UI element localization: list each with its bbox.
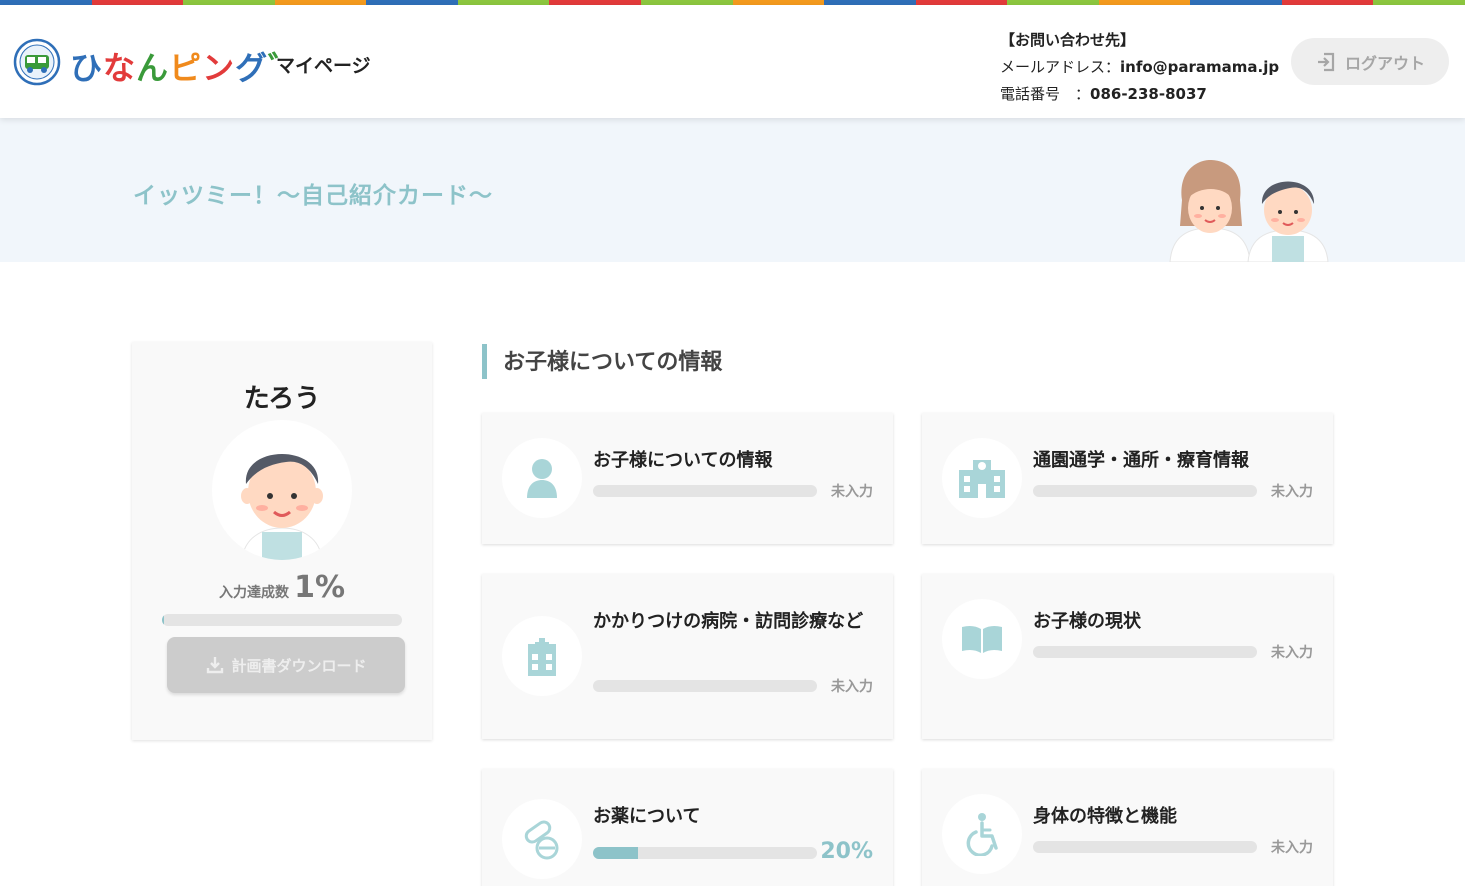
book-icon [962,625,1002,653]
card-progress-bar [1033,841,1257,853]
card-status: 20% [820,839,873,864]
completion-bar [162,614,402,626]
info-card-hospital[interactable]: かかりつけの病院・訪問診療など 未入力 [482,574,893,739]
card-title: お薬について [593,806,701,827]
profile-card: たろう 入力達成数 1% 計画書ダウンロード [132,342,432,740]
hospital-icon [528,638,556,676]
card-progress-bar [593,847,817,859]
avatar [212,420,352,560]
school-icon [959,460,1005,498]
card-status: 未入力 [1271,840,1313,856]
mypage-label: マイページ [276,55,371,77]
email-label: メールアドレス： [1000,58,1121,76]
people-illustration [1169,160,1329,262]
phone-link[interactable]: 086-238-8037 [1090,85,1207,103]
site-header: ひなんピング゛ マイページ 【お問い合わせ先】 メールアドレス：info@par… [0,5,1465,118]
card-progress-bar [1033,646,1257,658]
card-status: 未入力 [831,679,873,695]
card-progress-bar [1033,485,1257,497]
page-banner: イッツミー！～自己紹介カード～ [0,118,1465,262]
email-link[interactable]: info@paramama.jp [1120,58,1279,76]
card-title: 身体の特徴と機能 [1033,806,1177,827]
logo-icon[interactable] [13,38,61,86]
card-icon-circle [502,616,582,696]
card-title: 通園通学・通所・療育情報 [1033,450,1249,471]
card-progress-bar [593,485,817,497]
medicine-icon [524,820,559,860]
completion-rate: 入力達成数 1% [132,570,432,605]
person-icon [527,459,557,498]
info-card-child-info[interactable]: お子様についての情報 未入力 [482,413,893,544]
card-title: お子様についての情報 [593,450,773,471]
card-icon-circle [942,599,1022,679]
card-icon-circle [502,799,582,879]
card-icon-circle [942,438,1022,518]
info-card-medicine[interactable]: お薬について 20% [482,769,893,886]
contact-info: 【お問い合わせ先】 メールアドレス：info@paramama.jp 電話番号 … [1000,27,1279,108]
card-title: かかりつけの病院・訪問診療など [593,611,864,632]
card-title: お子様の現状 [1033,611,1141,632]
info-card-school[interactable]: 通園通学・通所・療育情報 未入力 [922,413,1333,544]
completion-label: 入力達成数 [218,585,289,601]
card-status: 未入力 [1271,484,1313,500]
card-status: 未入力 [831,484,873,500]
logout-label: ログアウト [1344,53,1425,73]
child-name: たろう [243,384,321,414]
download-label: 計画書ダウンロード [231,656,367,675]
info-card-current-status[interactable]: お子様の現状 未入力 [922,574,1333,739]
phone-label: 電話番号 ： [1000,85,1091,103]
logout-icon [1317,52,1335,71]
card-icon-circle [502,438,582,518]
wheelchair-icon [966,813,998,856]
completion-bar-fill [162,614,165,626]
info-card-body[interactable]: 身体の特徴と機能 未入力 [922,769,1333,886]
logo-wordmark[interactable]: ひなんピング゛ [70,43,301,89]
download-plan-button[interactable]: 計画書ダウンロード [167,637,405,693]
page-title: イッツミー！～自己紹介カード～ [133,183,493,209]
card-progress-fill [593,847,638,859]
card-icon-circle [942,794,1022,874]
contact-heading: 【お問い合わせ先】 [1000,31,1136,49]
section-title: お子様についての情報 [482,344,722,379]
card-progress-bar [593,680,817,692]
download-icon [207,657,224,674]
child-avatar-icon [241,454,323,560]
card-status: 未入力 [1271,645,1313,661]
completion-value: 1% [294,570,346,605]
logout-button[interactable]: ログアウト [1291,38,1449,85]
